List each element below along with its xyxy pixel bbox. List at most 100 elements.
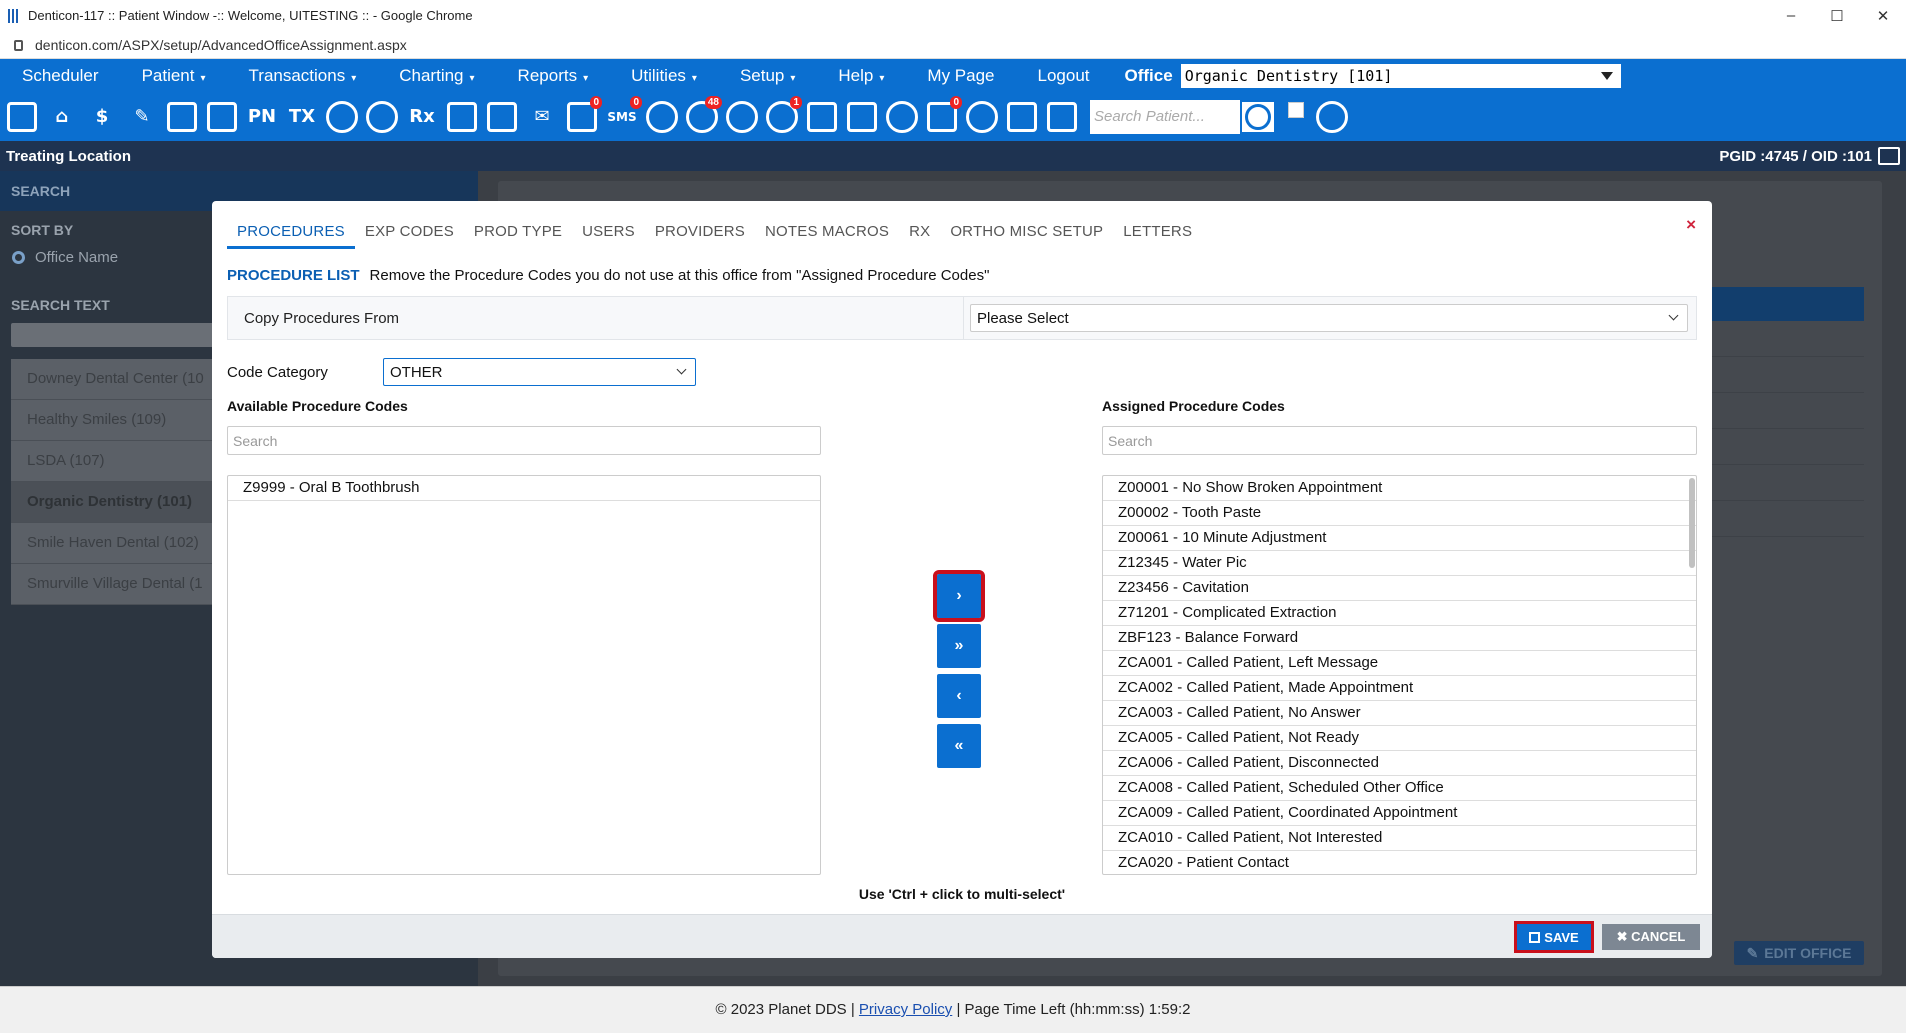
privacy-policy-link[interactable]: Privacy Policy xyxy=(859,1001,952,1018)
sms-icon[interactable]: SMS 0 xyxy=(604,95,642,137)
progress-notes-icon[interactable]: PN xyxy=(244,97,280,137)
assigned-code-item[interactable]: Z00001 - No Show Broken Appointment xyxy=(1103,476,1696,501)
address-bar[interactable]: denticon.com/ASPX/setup/AdvancedOfficeAs… xyxy=(0,31,1906,59)
remove-selected-button[interactable]: ‹ xyxy=(937,674,981,718)
perio-icon[interactable] xyxy=(204,97,240,137)
shield-down-icon[interactable] xyxy=(1044,97,1080,137)
document-icon[interactable] xyxy=(484,97,520,137)
tab-exp-codes[interactable]: EXP CODES xyxy=(355,213,464,249)
assigned-code-item[interactable]: ZCA009 - Called Patient, Coordinated App… xyxy=(1103,801,1696,826)
add-selected-button[interactable]: › xyxy=(933,570,985,622)
patient-search-icon[interactable] xyxy=(1240,99,1276,134)
sort-office-name-radio[interactable]: Office Name xyxy=(12,249,118,266)
tab-notes-macros[interactable]: NOTES MACROS xyxy=(755,213,899,249)
remove-all-button[interactable]: « xyxy=(937,724,981,768)
assigned-codes-list[interactable]: Z00001 - No Show Broken Appointment Z000… xyxy=(1102,475,1697,875)
copy-procedures-row: Copy Procedures From Please Select xyxy=(227,296,1697,340)
home-icon[interactable]: ⌂ xyxy=(44,97,80,137)
messages-icon[interactable]: 0 xyxy=(564,95,602,137)
code-category-select[interactable]: OTHER xyxy=(383,358,696,386)
copy-from-select[interactable]: Please Select xyxy=(970,304,1688,332)
menu-help[interactable]: Help ▾ xyxy=(816,66,905,86)
url-text[interactable]: denticon.com/ASPX/setup/AdvancedOfficeAs… xyxy=(35,37,407,53)
assigned-code-item[interactable]: ZCA006 - Called Patient, Disconnected xyxy=(1103,751,1696,776)
menu-charting[interactable]: Charting ▾ xyxy=(377,66,495,86)
chevron-down-icon: ▾ xyxy=(691,72,697,84)
menu-setup[interactable]: Setup ▾ xyxy=(718,66,816,86)
menu-label: Patient xyxy=(141,65,195,85)
assigned-search-input[interactable]: Search xyxy=(1102,426,1697,455)
tab-rx[interactable]: RX xyxy=(899,213,940,249)
assigned-code-item[interactable]: ZCA010 - Called Patient, Not Interested xyxy=(1103,826,1696,851)
menu-patient[interactable]: Patient ▾ xyxy=(120,66,227,86)
menu-logout[interactable]: Logout xyxy=(1016,66,1111,86)
menu-reports[interactable]: Reports ▾ xyxy=(496,66,610,86)
help-icon[interactable] xyxy=(844,97,880,137)
advanced-search-icon[interactable] xyxy=(1314,97,1350,137)
tooth-icon[interactable] xyxy=(804,97,840,137)
assigned-code-item[interactable]: ZCA020 - Patient Contact xyxy=(1103,851,1696,874)
available-code-item[interactable]: Z9999 - Oral B Toothbrush xyxy=(228,476,820,501)
dollar-icon[interactable]: $ xyxy=(84,97,120,137)
edit-office-button[interactable]: ✎ EDIT OFFICE xyxy=(1734,941,1864,965)
prescription-icon[interactable]: Rx xyxy=(404,97,440,137)
tab-prod-type[interactable]: PROD TYPE xyxy=(464,213,572,249)
family-icon[interactable] xyxy=(964,97,1000,137)
assigned-code-item[interactable]: ZCA003 - Called Patient, No Answer xyxy=(1103,701,1696,726)
notes-icon[interactable] xyxy=(444,97,480,137)
globe-icon[interactable]: 48 xyxy=(684,95,722,137)
assigned-code-item[interactable]: ZCA002 - Called Patient, Made Appointmen… xyxy=(1103,676,1696,701)
assigned-code-item[interactable]: Z12345 - Water Pic xyxy=(1103,551,1696,576)
add-patient-icon[interactable] xyxy=(324,97,360,137)
patient-search-input[interactable]: Search Patient... xyxy=(1090,99,1240,134)
tab-providers[interactable]: PROVIDERS xyxy=(645,213,755,249)
forms-icon[interactable]: 0 xyxy=(924,95,962,137)
available-search-input[interactable]: Search xyxy=(227,426,821,455)
alerts-icon[interactable]: 1 xyxy=(764,95,802,137)
messages-badge: 0 xyxy=(590,95,602,109)
search-option-checkbox[interactable] xyxy=(1288,102,1304,118)
support-icon[interactable] xyxy=(724,97,760,137)
assigned-code-item[interactable]: Z71201 - Complicated Extraction xyxy=(1103,601,1696,626)
close-window-button[interactable]: ✕ xyxy=(1860,0,1906,31)
mail-icon[interactable]: ✉ xyxy=(524,97,560,137)
menu-utilities[interactable]: Utilities ▾ xyxy=(609,66,718,86)
assigned-code-item[interactable]: ZBF123 - Balance Forward xyxy=(1103,626,1696,651)
office-select[interactable]: Organic Dentistry [101] xyxy=(1180,63,1621,88)
assigned-code-item[interactable]: ZCA001 - Called Patient, Left Message xyxy=(1103,651,1696,676)
sms-label: SMS xyxy=(607,109,637,124)
tooth-chart-icon[interactable] xyxy=(164,97,200,137)
add-all-button[interactable]: » xyxy=(937,624,981,668)
minimize-button[interactable]: – xyxy=(1768,0,1814,31)
cancel-button[interactable]: ✖ CANCEL xyxy=(1602,924,1700,950)
tab-letters[interactable]: LETTERS xyxy=(1113,213,1202,249)
assigned-code-item[interactable]: Z00061 - 10 Minute Adjustment xyxy=(1103,526,1696,551)
treatment-plan-icon[interactable]: TX xyxy=(284,97,320,137)
assigned-list-scrollbar[interactable] xyxy=(1689,478,1695,568)
printer-icon[interactable] xyxy=(1004,97,1040,137)
save-button[interactable]: SAVE xyxy=(1514,921,1594,953)
calendar-icon[interactable] xyxy=(4,97,40,137)
assigned-code-item[interactable]: ZCA008 - Called Patient, Scheduled Other… xyxy=(1103,776,1696,801)
available-codes-list[interactable]: Z9999 - Oral B Toothbrush xyxy=(227,475,821,875)
office-table-header xyxy=(1700,287,1864,321)
web-icon[interactable] xyxy=(884,97,920,137)
clock-icon[interactable] xyxy=(644,97,680,137)
menu-transactions[interactable]: Transactions ▾ xyxy=(227,66,378,86)
copy-from-label: Copy Procedures From xyxy=(244,310,400,327)
menu-scheduler[interactable]: Scheduler xyxy=(0,66,120,86)
assigned-code-item[interactable]: ZCA005 - Called Patient, Not Ready xyxy=(1103,726,1696,751)
tab-ortho-misc-setup[interactable]: ORTHO MISC SETUP xyxy=(940,213,1113,249)
menu-label: Setup xyxy=(739,65,785,85)
tab-users[interactable]: USERS xyxy=(572,213,645,249)
radio-icon xyxy=(12,251,25,264)
edit-icon[interactable]: ✎ xyxy=(124,97,160,137)
tab-procedures[interactable]: PROCEDURES xyxy=(227,213,355,249)
add-family-icon[interactable] xyxy=(364,97,400,137)
assigned-code-item[interactable]: Z00002 - Tooth Paste xyxy=(1103,501,1696,526)
maximize-button[interactable]: ☐ xyxy=(1814,0,1860,31)
print-icon[interactable] xyxy=(1878,147,1900,165)
close-icon[interactable]: × xyxy=(1686,215,1696,235)
menu-my-page[interactable]: My Page xyxy=(905,66,1015,86)
assigned-code-item[interactable]: Z23456 - Cavitation xyxy=(1103,576,1696,601)
